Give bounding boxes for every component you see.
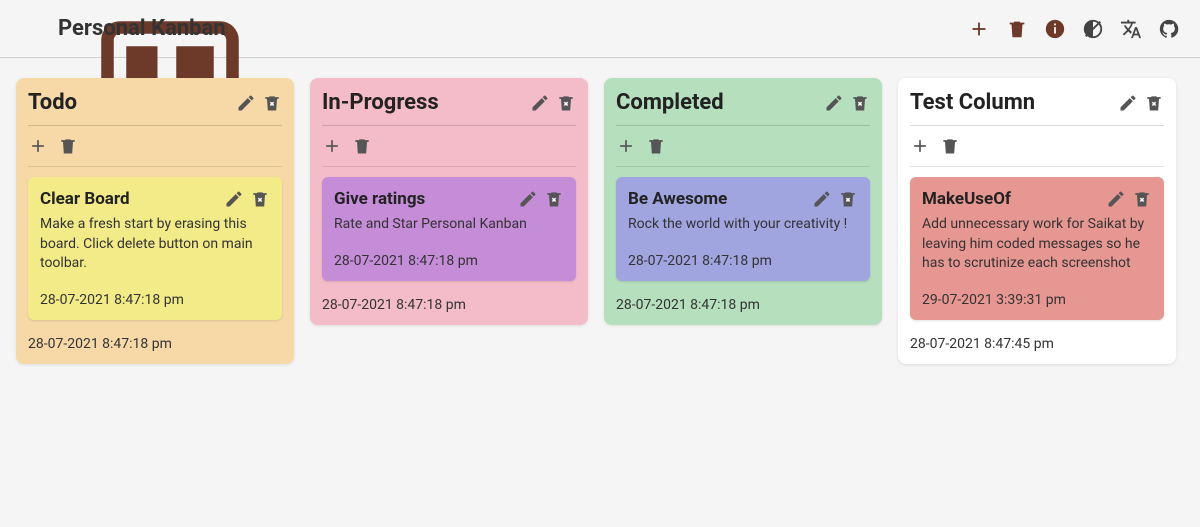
column-header: In-Progress <box>322 90 576 126</box>
kanban-board: Todo Clear Board Make a fresh start by e… <box>0 58 1200 384</box>
delete-card-button[interactable] <box>1132 189 1152 209</box>
edit-column-button[interactable] <box>236 93 256 113</box>
delete-column-button[interactable] <box>1144 93 1164 113</box>
column-card-actions <box>616 126 870 167</box>
card-title: Clear Board <box>40 189 130 209</box>
card-timestamp: 28-07-2021 8:47:18 pm <box>628 253 858 269</box>
column-card-actions <box>910 126 1164 167</box>
card-description: Add unnecessary work for Saikat by leavi… <box>922 215 1152 274</box>
edit-card-button[interactable] <box>518 189 538 209</box>
dark-mode-toggle[interactable] <box>1082 18 1104 40</box>
column-actions <box>530 93 576 113</box>
column-timestamp: 28-07-2021 8:47:18 pm <box>616 293 870 313</box>
column-title: In-Progress <box>322 90 439 115</box>
card-title: MakeUseOf <box>922 189 1011 209</box>
card-description: Rock the world with your creativity ! <box>628 215 858 235</box>
kanban-card[interactable]: Be Awesome Rock the world with your crea… <box>616 177 870 281</box>
edit-column-button[interactable] <box>530 93 550 113</box>
column-title: Test Column <box>910 90 1035 115</box>
delete-card-button[interactable] <box>544 189 564 209</box>
delete-card-button[interactable] <box>838 189 858 209</box>
card-header: Clear Board <box>40 189 270 209</box>
card-header: Be Awesome <box>628 189 858 209</box>
delete-column-button[interactable] <box>850 93 870 113</box>
add-card-button[interactable] <box>616 136 636 156</box>
column-actions <box>236 93 282 113</box>
delete-card-button[interactable] <box>250 189 270 209</box>
app-logo-icon <box>20 15 48 43</box>
column-card-actions <box>28 126 282 167</box>
card-actions <box>1106 189 1152 209</box>
cards-container: Clear Board Make a fresh start by erasin… <box>28 167 282 320</box>
clear-cards-button[interactable] <box>58 136 78 156</box>
kanban-card[interactable]: Give ratings Rate and Star Personal Kanb… <box>322 177 576 281</box>
edit-card-button[interactable] <box>812 189 832 209</box>
clear-board-button[interactable] <box>1006 18 1028 40</box>
add-column-button[interactable] <box>968 18 990 40</box>
toolbar-actions <box>968 18 1180 40</box>
card-timestamp: 28-07-2021 8:47:18 pm <box>334 253 564 269</box>
card-header: Give ratings <box>334 189 564 209</box>
kanban-card[interactable]: Clear Board Make a fresh start by erasin… <box>28 177 282 320</box>
cards-container: MakeUseOf Add unnecessary work for Saika… <box>910 167 1164 320</box>
card-header: MakeUseOf <box>922 189 1152 209</box>
kanban-card[interactable]: MakeUseOf Add unnecessary work for Saika… <box>910 177 1164 320</box>
card-actions <box>812 189 858 209</box>
github-link[interactable] <box>1158 18 1180 40</box>
cards-container: Be Awesome Rock the world with your crea… <box>616 167 870 281</box>
clear-cards-button[interactable] <box>352 136 372 156</box>
column-timestamp: 28-07-2021 8:47:18 pm <box>322 293 576 313</box>
delete-column-button[interactable] <box>556 93 576 113</box>
clear-cards-button[interactable] <box>940 136 960 156</box>
kanban-column-todo: Todo Clear Board Make a fresh start by e… <box>16 78 294 364</box>
column-header: Completed <box>616 90 870 126</box>
app-title: Personal Kanban <box>58 16 226 41</box>
card-actions <box>518 189 564 209</box>
column-card-actions <box>322 126 576 167</box>
card-actions <box>224 189 270 209</box>
add-card-button[interactable] <box>910 136 930 156</box>
column-title: Completed <box>616 90 724 115</box>
card-description: Make a fresh start by erasing this board… <box>40 215 270 274</box>
column-timestamp: 28-07-2021 8:47:45 pm <box>910 332 1164 352</box>
edit-card-button[interactable] <box>224 189 244 209</box>
edit-card-button[interactable] <box>1106 189 1126 209</box>
column-title: Todo <box>28 90 77 115</box>
kanban-column-in-progress: In-Progress Give ratings Rate and Star P… <box>310 78 588 325</box>
main-toolbar: Personal Kanban <box>0 0 1200 58</box>
column-header: Test Column <box>910 90 1164 126</box>
card-timestamp: 28-07-2021 8:47:18 pm <box>40 292 270 308</box>
column-actions <box>824 93 870 113</box>
column-timestamp: 28-07-2021 8:47:18 pm <box>28 332 282 352</box>
edit-column-button[interactable] <box>1118 93 1138 113</box>
card-description: Rate and Star Personal Kanban <box>334 215 564 235</box>
language-button[interactable] <box>1120 18 1142 40</box>
kanban-column-completed: Completed Be Awesome Rock the world with… <box>604 78 882 325</box>
cards-container: Give ratings Rate and Star Personal Kanb… <box>322 167 576 281</box>
column-actions <box>1118 93 1164 113</box>
brand: Personal Kanban <box>20 15 226 43</box>
add-card-button[interactable] <box>322 136 342 156</box>
delete-column-button[interactable] <box>262 93 282 113</box>
edit-column-button[interactable] <box>824 93 844 113</box>
card-timestamp: 29-07-2021 3:39:31 pm <box>922 292 1152 308</box>
add-card-button[interactable] <box>28 136 48 156</box>
kanban-column-test: Test Column MakeUseOf Add unnecessary wo… <box>898 78 1176 364</box>
clear-cards-button[interactable] <box>646 136 666 156</box>
info-button[interactable] <box>1044 18 1066 40</box>
column-header: Todo <box>28 90 282 126</box>
card-title: Be Awesome <box>628 189 727 209</box>
card-title: Give ratings <box>334 189 425 209</box>
